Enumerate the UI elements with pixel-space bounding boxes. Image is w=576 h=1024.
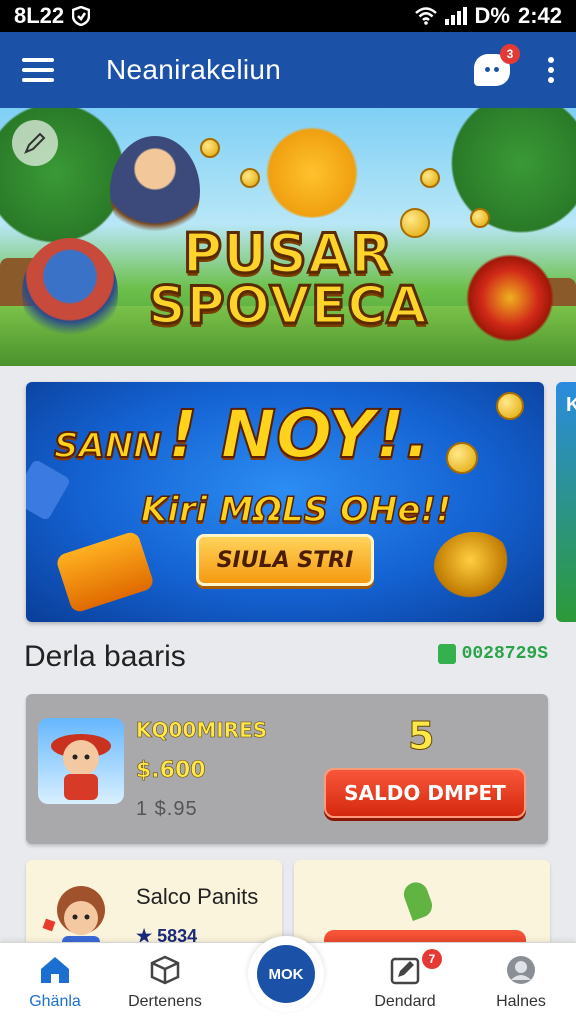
profile-icon bbox=[507, 956, 535, 984]
treasure-decoration bbox=[434, 532, 514, 602]
leaf-icon bbox=[400, 878, 436, 922]
nav-item-home[interactable]: Ghänla bbox=[0, 943, 110, 1024]
status-left-text: 8L22 bbox=[14, 3, 65, 28]
coin-decoration bbox=[496, 392, 524, 420]
edit-pencil-icon[interactable] bbox=[12, 120, 58, 166]
hero-banner[interactable]: PUSAR SPOVECA bbox=[0, 108, 576, 366]
promo-headline-small: SANN bbox=[53, 425, 163, 467]
signal-icon bbox=[444, 7, 467, 25]
next-promo-letter: K bbox=[566, 394, 576, 416]
next-promo-peek[interactable]: K bbox=[556, 382, 576, 622]
card-avatar bbox=[38, 718, 124, 804]
promo-cta-button[interactable]: SIULA STRI bbox=[196, 534, 374, 586]
balance-value: 0028729S bbox=[461, 644, 548, 664]
promo-banner[interactable]: SANN! NOY!. Kiri MΩLS OHe!! SIULA STRI bbox=[26, 382, 544, 622]
battery-text: D% bbox=[474, 3, 510, 28]
promo-headline: SANN! NOY!. bbox=[53, 395, 432, 474]
nav-item-dendard[interactable]: 7 Dendard bbox=[350, 943, 460, 1024]
card-price: $.600 bbox=[136, 758, 206, 784]
center-action-button[interactable]: MOK bbox=[248, 936, 324, 1012]
app-title: Neanirakeliun bbox=[106, 54, 282, 85]
coin-decoration bbox=[240, 168, 260, 188]
tree-decoration bbox=[436, 108, 576, 238]
section-title: Derla baaris bbox=[24, 640, 186, 673]
cat-character bbox=[262, 118, 362, 218]
card-count: 5 bbox=[407, 714, 435, 759]
nav-label: Dertenens bbox=[128, 993, 202, 1010]
nav-badge: 7 bbox=[422, 949, 442, 969]
chat-badge: 3 bbox=[500, 44, 520, 64]
wallet-icon bbox=[437, 644, 456, 664]
card-subprice: 1 $.95 bbox=[136, 798, 198, 820]
notification-shield-icon bbox=[72, 6, 91, 26]
nav-item-halnes[interactable]: Halnes bbox=[466, 943, 576, 1024]
app-bar: Neanirakeliun 3 bbox=[0, 32, 576, 108]
offer-card[interactable]: KQ00MIRES $.600 1 $.95 5 SALDO DMPET bbox=[26, 694, 548, 844]
menu-icon[interactable] bbox=[22, 58, 54, 82]
coin-decoration bbox=[446, 442, 478, 474]
card-title: Salco Panits bbox=[136, 884, 259, 909]
center-action-label: MOK bbox=[257, 945, 315, 1003]
promo-headline-big: ! NOY!. bbox=[167, 395, 432, 474]
hero-title-line2: SPOVECA bbox=[147, 275, 429, 338]
coin-decoration bbox=[200, 138, 220, 158]
nav-item-dertenens[interactable]: Dertenens bbox=[110, 943, 220, 1024]
status-bar: 8L22 D% 2:42 bbox=[0, 0, 576, 32]
nav-label: Dendard bbox=[374, 993, 436, 1010]
status-time: 2:42 bbox=[517, 3, 562, 28]
wifi-icon bbox=[414, 7, 437, 25]
more-options-icon[interactable] bbox=[548, 57, 554, 83]
coin-decoration bbox=[420, 168, 440, 188]
edit-box-icon bbox=[390, 957, 420, 985]
card-title: KQ00MIRES bbox=[136, 718, 268, 743]
nav-label: Halnes bbox=[496, 993, 546, 1010]
promo-subline: Kiri MΩLS OHe!! bbox=[140, 489, 452, 531]
chat-icon[interactable]: 3 bbox=[474, 44, 520, 86]
home-icon bbox=[41, 957, 69, 983]
card-action-button[interactable]: SALDO DMPET bbox=[324, 768, 526, 818]
nav-label: Ghänla bbox=[29, 993, 81, 1010]
card-decoration bbox=[54, 530, 156, 614]
balance-chip[interactable]: 0028729S bbox=[437, 644, 548, 664]
cube-icon bbox=[150, 955, 180, 985]
